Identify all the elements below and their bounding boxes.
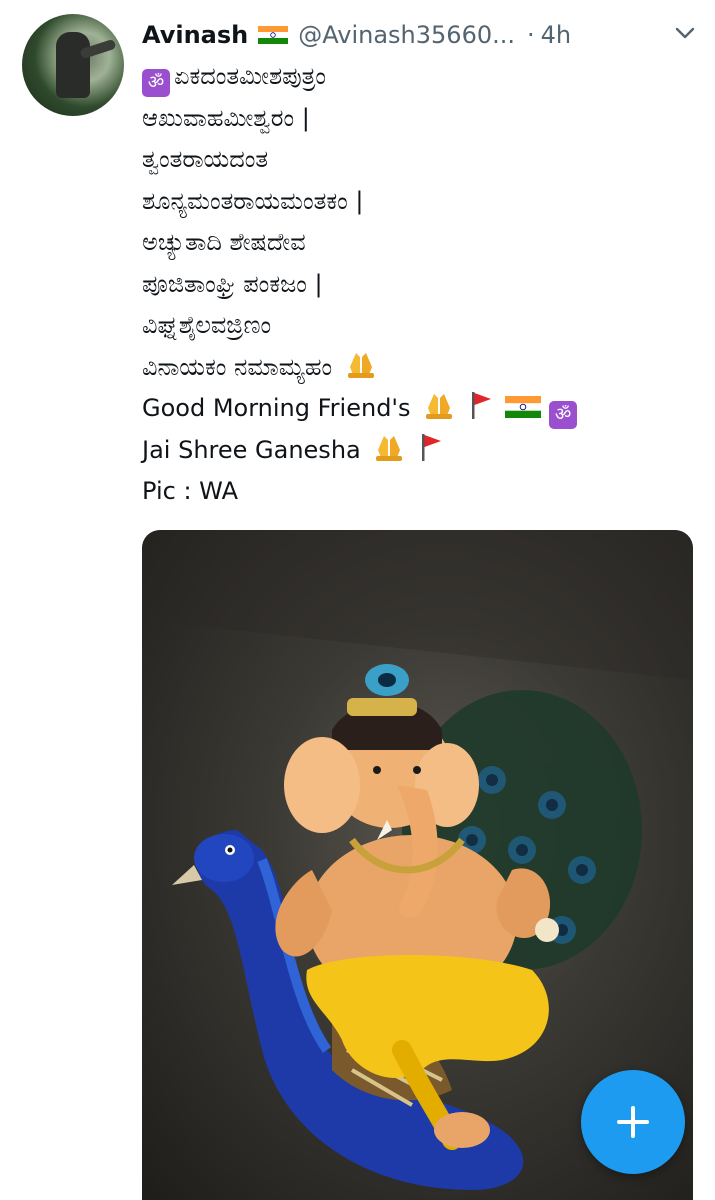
tweet-line-text: ವಿನಾಯಕಂ ನಮಾಮ್ಯಹಂ (142, 352, 333, 381)
tweet-line-text: Jai Shree Ganesha (142, 435, 361, 464)
author-name[interactable]: Avinash (142, 21, 248, 49)
triangular-flag-icon (422, 433, 442, 461)
tweet-line: ಆಖುವಾಹಮೀಶ್ವರಂ | (142, 103, 310, 132)
tweet-line: ಶೂನ್ಯಮಂತರಾಯಮಂತಕಂ | (142, 186, 364, 215)
tweet-timestamp[interactable]: 4h (541, 21, 571, 49)
tweet-line: Jai Shree Ganesha (142, 430, 702, 472)
tweet-line: ತ್ವಂತರಾಯದಂತ (142, 145, 269, 173)
folded-hands-icon (426, 394, 453, 419)
folded-hands-icon (376, 435, 403, 461)
tweet-line: ವಿನಾಯಕಂ ನಮಾಮ್ಯಹಂ (142, 347, 702, 389)
author-handle[interactable]: @Avinash35660... (298, 21, 515, 49)
author-avatar[interactable] (22, 14, 124, 116)
tweet-line: Pic : WA (142, 477, 238, 505)
triangular-flag-icon (471, 392, 491, 419)
tweet-line: ಪೂಜಿತಾಂಘ್ರಿ ಪಂಕಜಂ | (142, 269, 323, 298)
india-flag-icon (505, 396, 542, 418)
tweet-line: ಅಚ್ಯುತಾದಿ ಶೇಷದೇವ (142, 228, 306, 256)
separator-dot: · (527, 21, 535, 49)
compose-button[interactable] (581, 1070, 685, 1174)
om-icon: ॐ (549, 400, 578, 429)
india-flag-icon (258, 26, 289, 44)
tweet-line: Good Morning Friend's ॐ (142, 388, 702, 430)
om-icon: ॐ (142, 68, 170, 97)
folded-hands-icon (347, 352, 374, 378)
tweet-line-text: Good Morning Friend's (142, 394, 411, 422)
tweet-line: ॐ ಏಕದಂತಮೀಶಪುತ್ರಂ (142, 56, 702, 98)
tweet-line: ವಿಘ್ನಶೈಲವಜ್ರಿಣಂ (142, 311, 272, 339)
tweet-line-text: ಏಕದಂತಮೀಶಪುತ್ರಂ (174, 62, 327, 90)
tweet-header: Avinash @Avinash35660... · 4h (142, 18, 702, 52)
avatar-figure (56, 32, 90, 98)
tweet-text: ॐ ಏಕದಂತಮೀಶಪುತ್ರಂ ಆಖುವಾಹಮೀಶ್ವರಂ | ತ್ವಂತರಾಯ… (142, 56, 702, 513)
chevron-down-icon[interactable] (670, 18, 700, 48)
plus-icon (617, 1106, 649, 1138)
